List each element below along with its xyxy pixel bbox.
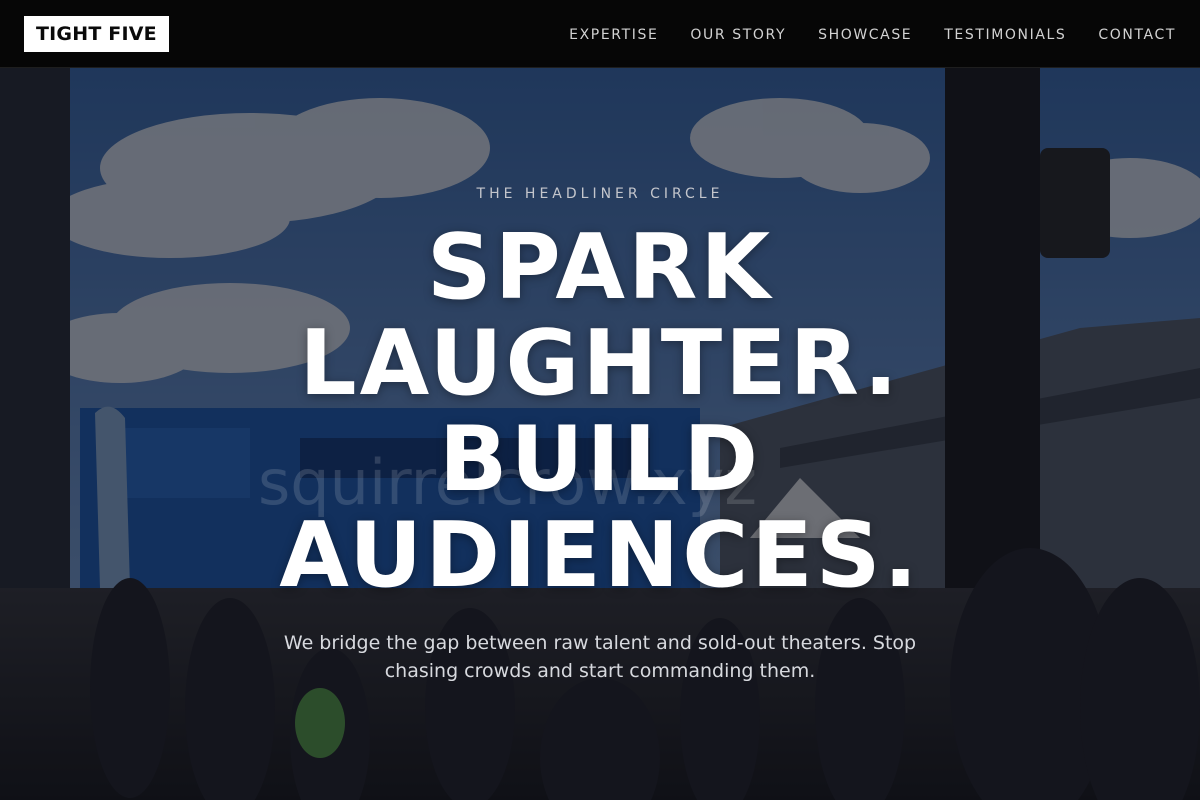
headline-line: BUILD bbox=[438, 407, 762, 512]
hero-subtitle: We bridge the gap between raw talent and… bbox=[283, 632, 917, 682]
hero-section: squirrelcrow.xyz THE HEADLINER CIRCLE SP… bbox=[0, 68, 1200, 800]
site-logo[interactable]: TIGHT FIVE bbox=[24, 15, 169, 52]
headline-line: SPARK bbox=[426, 215, 774, 320]
nav-link-contact[interactable]: CONTACT bbox=[1098, 27, 1176, 43]
nav-link-showcase[interactable]: SHOWCASE bbox=[818, 27, 912, 43]
hero-content: THE HEADLINER CIRCLE SPARK LAUGHTER. BUI… bbox=[0, 68, 1200, 800]
nav-link-testimonials[interactable]: TESTIMONIALS bbox=[944, 27, 1066, 43]
headline-line: LAUGHTER. bbox=[299, 311, 901, 416]
headline-line: AUDIENCES. bbox=[279, 503, 921, 608]
top-navbar: TIGHT FIVE EXPERTISE OUR STORY SHOWCASE … bbox=[0, 0, 1200, 68]
hero-eyebrow: THE HEADLINER CIRCLE bbox=[476, 186, 724, 202]
nav-link-our-story[interactable]: OUR STORY bbox=[690, 27, 786, 43]
hero-headline: SPARK LAUGHTER. BUILD AUDIENCES. bbox=[200, 220, 1000, 604]
nav-link-expertise[interactable]: EXPERTISE bbox=[569, 27, 658, 43]
nav-menu: EXPERTISE OUR STORY SHOWCASE TESTIMONIAL… bbox=[569, 24, 1176, 43]
